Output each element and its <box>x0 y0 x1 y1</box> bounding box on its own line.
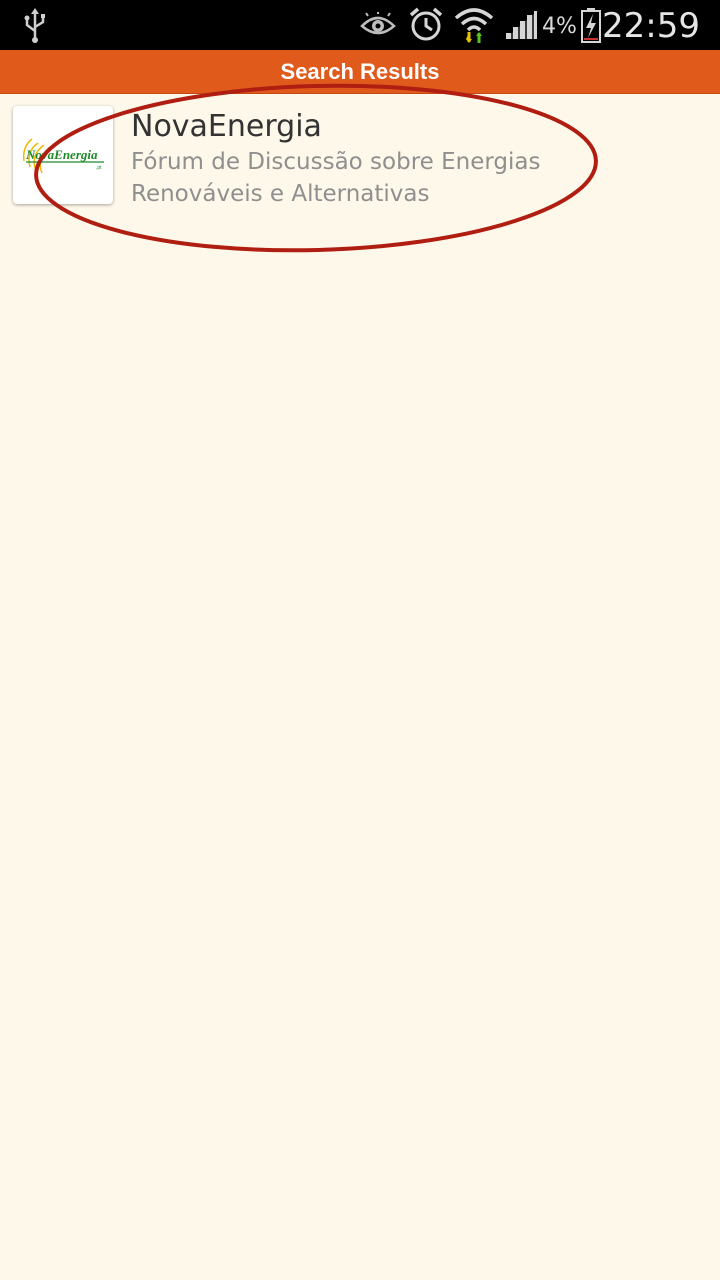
wifi-icon <box>452 0 496 50</box>
signal-icon <box>502 0 540 50</box>
list-item[interactable]: NovaEnergia .pt NovaEnergia Fórum de Dis… <box>0 96 720 216</box>
usb-icon <box>18 0 52 50</box>
forum-logo: NovaEnergia .pt <box>13 106 113 204</box>
alarm-icon <box>406 0 446 50</box>
header-bar: Search Results <box>0 50 720 94</box>
result-title: NovaEnergia <box>131 109 322 144</box>
forum-logo-text: NovaEnergia <box>25 147 98 162</box>
eye-icon <box>358 0 398 50</box>
battery-percent: 4% <box>542 14 577 39</box>
forum-logo-suffix: .pt <box>96 165 102 171</box>
clock: 22:59 <box>602 6 700 46</box>
page-title: Search Results <box>280 59 440 84</box>
battery-charging-icon <box>578 0 604 50</box>
status-bar: 4% 22:59 <box>0 0 720 50</box>
result-description: Fórum de Discussão sobre Energias Renová… <box>131 149 541 207</box>
